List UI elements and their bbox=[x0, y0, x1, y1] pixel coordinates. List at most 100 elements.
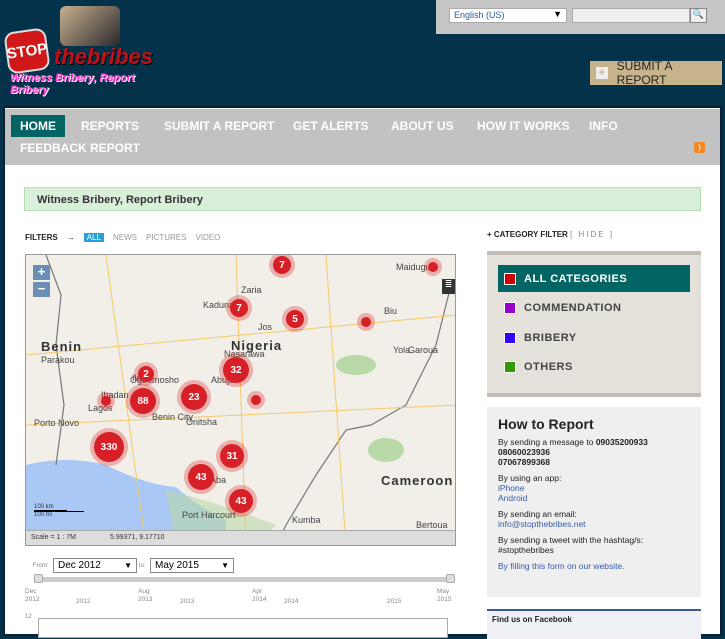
facebook-box: Find us on Facebook bbox=[487, 609, 701, 639]
search-button[interactable]: 🔍 bbox=[690, 8, 707, 23]
to-date-value: May 2015 bbox=[155, 560, 199, 571]
map-cluster-marker[interactable]: 43 bbox=[229, 489, 253, 513]
timeline-tick: Apr 2014 bbox=[252, 588, 266, 604]
map-cluster-marker[interactable]: 5 bbox=[286, 310, 304, 328]
map-scale: Scale = 1 : 7M bbox=[31, 534, 76, 541]
category-filter-title: CATEGORY FILTER bbox=[493, 230, 568, 239]
android-link[interactable]: Android bbox=[498, 493, 527, 503]
tick-month: Dec bbox=[25, 588, 37, 595]
main-nav: HOME REPORTS SUBMIT A REPORT GET ALERTS … bbox=[5, 109, 720, 165]
filters-label: FILTERS bbox=[25, 233, 58, 242]
how-to-report-title: How to Report bbox=[498, 416, 594, 432]
map-cluster-marker[interactable]: 7 bbox=[230, 299, 248, 317]
how-to-report: How to Report By sending a message to 09… bbox=[487, 407, 701, 597]
map-place-label: Zaria bbox=[241, 285, 262, 295]
category-bribery[interactable]: BRIBERY bbox=[498, 324, 690, 351]
logo-tagline: Witness Bribery, Report Bribery bbox=[10, 72, 135, 96]
map-cluster-marker[interactable]: 2 bbox=[138, 366, 154, 382]
map-cluster-marker[interactable] bbox=[251, 395, 261, 405]
map-cluster-marker[interactable]: 7 bbox=[273, 256, 291, 274]
map-status-bar: Scale = 1 : 7M 5.99371, 9.17710 bbox=[26, 530, 455, 545]
phone-number: 09035200933 bbox=[595, 437, 648, 447]
map-place-label: Benin bbox=[41, 339, 83, 354]
nav-info[interactable]: INFO bbox=[580, 115, 627, 137]
category-swatch bbox=[504, 361, 516, 373]
map-place-label: Porto Novo bbox=[34, 418, 80, 428]
category-label: ALL CATEGORIES bbox=[524, 272, 628, 285]
from-date-value: Dec 2012 bbox=[58, 560, 101, 571]
map-place-label: Kumba bbox=[292, 515, 321, 525]
timeline-tick: Aug 2013 bbox=[138, 588, 152, 604]
slider-start-handle[interactable] bbox=[34, 574, 43, 583]
map-cluster-marker[interactable]: 43 bbox=[188, 464, 214, 490]
nav-reports[interactable]: REPORTS bbox=[72, 115, 148, 137]
filter-pictures[interactable]: PICTURES bbox=[146, 233, 186, 242]
nav-how-it-works[interactable]: HOW IT WORKS bbox=[468, 115, 579, 137]
map-cluster-marker[interactable]: 330 bbox=[94, 432, 124, 462]
nav-submit-report[interactable]: SUBMIT A REPORT bbox=[155, 115, 283, 137]
map-cluster-marker[interactable]: 88 bbox=[130, 388, 156, 414]
category-label: BRIBERY bbox=[524, 331, 577, 344]
category-label: COMMENDATION bbox=[524, 302, 622, 314]
media-filters: FILTERS → ALL NEWS PICTURES VIDEO bbox=[25, 233, 220, 242]
map-cluster-marker[interactable] bbox=[101, 396, 111, 406]
map-cluster-marker[interactable] bbox=[428, 262, 438, 272]
search-input[interactable] bbox=[572, 8, 690, 23]
filter-all[interactable]: ALL bbox=[83, 233, 104, 242]
submit-report-label: SUBMIT A REPORT bbox=[616, 59, 672, 87]
site-logo[interactable]: STOP thebribes Witness Bribery, Report B… bbox=[3, 4, 174, 96]
tick-month: Apr bbox=[252, 588, 263, 595]
category-all-categories[interactable]: ALL CATEGORIES bbox=[498, 265, 690, 292]
map-place-label: Ogbomosho bbox=[130, 375, 180, 385]
category-commendation[interactable]: COMMENDATION bbox=[498, 295, 690, 322]
map-cluster-marker[interactable]: 32 bbox=[223, 357, 249, 383]
reports-map[interactable]: + − ≣ Benin Parakou Nigeria Zaria Kaduna Jos B… bbox=[25, 254, 456, 546]
submit-report-button[interactable]: + SUBMIT A REPORT bbox=[590, 59, 722, 87]
category-list: ALL CATEGORIES COMMENDATION BRIBERY OTHERS bbox=[487, 251, 701, 397]
sms-text: By sending a message to bbox=[498, 437, 594, 447]
map-place-label: Onitsha bbox=[186, 417, 218, 427]
chevron-down-icon: ▼ bbox=[124, 561, 132, 570]
map-place-label: Biu bbox=[384, 306, 398, 316]
hashtag: #stopthebribes bbox=[498, 545, 554, 555]
tick-year: 2012 bbox=[76, 598, 91, 605]
to-date-select[interactable]: May 2015 ▼ bbox=[150, 558, 234, 573]
plus-icon: + bbox=[596, 67, 608, 79]
timeline-slider[interactable] bbox=[34, 574, 455, 583]
from-date-select[interactable]: Dec 2012 ▼ bbox=[53, 558, 137, 573]
tick-year: 2015 bbox=[437, 596, 452, 603]
phone-number: 08060023936 bbox=[498, 447, 551, 457]
tweet-text: By sending a tweet with the hashtag/s: bbox=[498, 535, 644, 545]
email-link[interactable]: info@stopthebribes.net bbox=[498, 519, 586, 529]
nav-home[interactable]: HOME bbox=[11, 115, 65, 137]
email-text: By sending an email: bbox=[498, 509, 577, 519]
map-cluster-marker[interactable] bbox=[361, 317, 371, 327]
form-link[interactable]: By filling this form on our website. bbox=[498, 561, 690, 571]
map-cluster-marker[interactable]: 23 bbox=[181, 384, 207, 410]
zoom-in-button[interactable]: + bbox=[33, 265, 50, 280]
map-cluster-marker[interactable]: 31 bbox=[220, 444, 244, 468]
filter-video[interactable]: VIDEO bbox=[195, 233, 220, 242]
nav-about-us[interactable]: ABOUT US bbox=[382, 115, 463, 137]
category-swatch bbox=[504, 302, 516, 314]
layers-icon[interactable]: ≣ bbox=[442, 279, 455, 294]
tick-year: 2012 bbox=[25, 596, 40, 603]
timeline-chart bbox=[38, 618, 448, 638]
logo-figure bbox=[60, 6, 120, 46]
tick-year: 2015 bbox=[387, 598, 402, 605]
category-others[interactable]: OTHERS bbox=[498, 354, 690, 381]
timeline-tick: 2012 bbox=[76, 598, 90, 606]
scale-km: 100 km bbox=[34, 504, 67, 511]
slider-end-handle[interactable] bbox=[446, 574, 455, 583]
nav-feedback-report[interactable]: FEEDBACK REPORT bbox=[11, 137, 149, 159]
hide-category-filter[interactable]: [ HIDE ] bbox=[570, 230, 614, 239]
zoom-out-button[interactable]: − bbox=[33, 282, 50, 297]
iphone-link[interactable]: iPhone bbox=[498, 483, 524, 493]
nav-get-alerts[interactable]: GET ALERTS bbox=[284, 115, 378, 137]
category-swatch bbox=[504, 272, 516, 285]
rss-icon[interactable]: ) bbox=[694, 142, 705, 153]
language-select[interactable]: English (US) ▼ bbox=[449, 8, 567, 23]
map-coordinates: 5.99371, 9.17710 bbox=[110, 534, 165, 541]
timeline-tick: 2013 bbox=[180, 598, 194, 606]
filter-news[interactable]: NEWS bbox=[113, 233, 137, 242]
